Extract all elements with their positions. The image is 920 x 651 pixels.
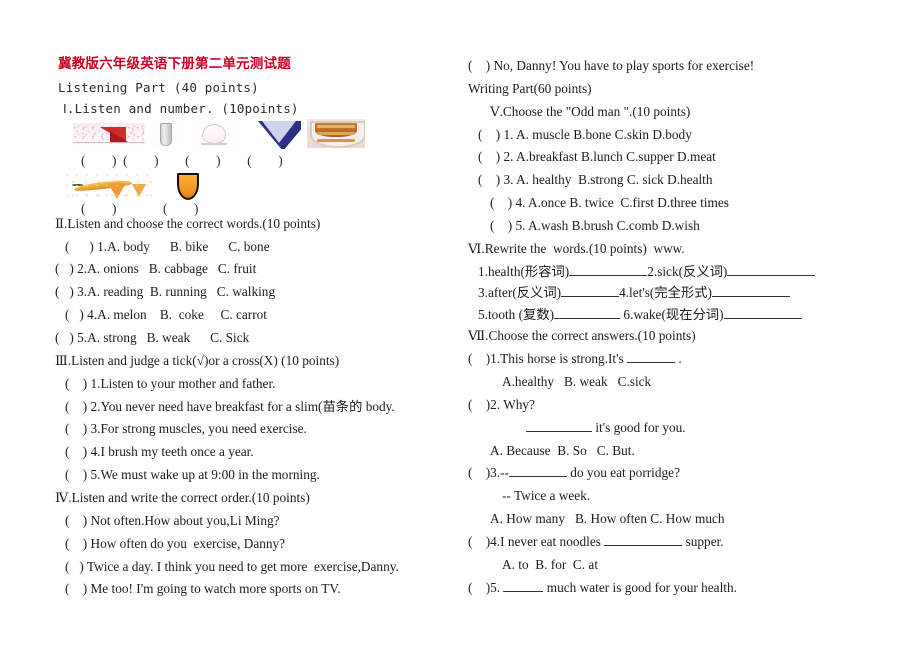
section-7-item-1-blank[interactable] (627, 362, 675, 364)
section-6-item-3-blank[interactable] (561, 296, 620, 298)
section-3-heading: Ⅲ.Listen and judge a tick(√)or a cross(X… (55, 352, 340, 368)
section-7-item-2-blank-line[interactable]: it's good for you. (526, 417, 868, 440)
section-6-row-2: 3.after(反义词) 4.let's(完全形式) (478, 282, 868, 304)
noodles-bowl-photo (307, 118, 365, 148)
section-7-item-5-stem: ( )5. (468, 579, 504, 595)
section-4-item-4[interactable]: ( ) Me too! I'm going to watch more spor… (65, 578, 455, 601)
banana-photo (65, 172, 155, 201)
section-5-item-2[interactable]: ( ) 2. A.breakfast B.lunch C.supper D.me… (478, 146, 868, 169)
page-title: 冀教版六年级英语下册第二单元测试题 (58, 56, 291, 72)
section-5-heading: Ⅴ.Choose the "Odd man ".(10 points) (490, 103, 691, 119)
section-7-item-3-options[interactable]: A. How many B. How often C. How much (490, 508, 868, 531)
section-7-item-3-stem-tail: do you eat porridge? (566, 465, 680, 481)
section-6-item-5-blank[interactable] (554, 317, 621, 319)
exam-page: 冀教版六年级英语下册第二单元测试题 Listening Part (40 poi… (0, 0, 920, 651)
section-7-item-1[interactable]: ( )1.This horse is strong.It's . (468, 348, 868, 371)
right-column: ( ) No, Danny! You have to play sports f… (468, 55, 868, 600)
section-6-item-6-label: 6.wake(现在分词) (623, 306, 724, 322)
section-7-item-1-options[interactable]: A.healthy B. weak C.sick (502, 371, 868, 394)
section-6-item-2-blank[interactable] (727, 274, 816, 276)
section-4-heading: Ⅳ.Listen and write the correct order.(10… (55, 490, 310, 506)
section-6-item-2-label: 2.sick(反义词) (647, 263, 728, 279)
section-7-item-4-stem: ( )4.I never eat noodles (468, 534, 605, 550)
section-6-item-3-label: 3.after(反义词) (478, 285, 562, 301)
section-6-item-4-blank[interactable] (711, 296, 790, 298)
glass-of-water-photo (153, 120, 177, 147)
section-7-item-5-blank[interactable] (503, 590, 544, 592)
section-7-item-2[interactable]: ( )2. Why? (468, 394, 868, 417)
section-7-item-1-stem-tail: . (675, 351, 682, 367)
section-3-item-4[interactable]: ( ) 4.I brush my teeth once a year. (65, 441, 455, 464)
section-2-item-4[interactable]: ( ) 4.A. melon B. coke C. carrot (65, 304, 455, 327)
section-7-item-4[interactable]: ( )4.I never eat noodles supper. (468, 531, 868, 554)
section-2-item-3[interactable]: ( ) 3.A. reading B. running C. walking (55, 281, 455, 304)
left-column: 冀教版六年级英语下册第二单元测试题 Listening Part (40 poi… (55, 55, 455, 601)
section-5-item-5[interactable]: ( ) 5. A.wash B.brush C.comb D.wish (490, 215, 868, 238)
section-3-item-3[interactable]: ( ) 3.For strong muscles, you need exerc… (65, 418, 455, 441)
section-7-item-3-blank[interactable] (508, 476, 567, 478)
section-4-item-1[interactable]: ( ) Not often.How about you,Li Ming? (65, 510, 455, 533)
section-6-heading: Ⅵ.Rewrite the words.(10 points) www. (468, 240, 685, 256)
section-7-item-3[interactable]: ( )3.-- do you eat porridge? (468, 462, 868, 485)
section-2-item-2[interactable]: ( ) 2.A. onions B. cabbage C. fruit (55, 258, 455, 281)
section-6-item-6-blank[interactable] (723, 317, 802, 319)
writing-part-heading: Writing Part(60 points) (468, 80, 592, 96)
section-7-item-2-tail: it's good for you. (592, 419, 686, 435)
listen-and-number-pictures: ( ) ( ) ( ) ( ) ( ) () (65, 118, 455, 216)
section-5-item-1[interactable]: ( ) 1. A. muscle B.bone C.skin D.body (478, 124, 868, 147)
section-6-row-3: 5.tooth (复数) 6.wake(现在分词) (478, 304, 868, 326)
section-7-item-5-stem-tail: much water is good for your health. (543, 579, 737, 595)
section-5-item-3[interactable]: ( ) 3. A. healthy B.strong C. sick D.hea… (478, 169, 868, 192)
meat-photo (73, 122, 145, 147)
section-7-item-1-stem: ( )1.This horse is strong.It's (468, 351, 627, 367)
section-3-item-1[interactable]: ( ) 1.Listen to your mother and father. (65, 373, 455, 396)
tofu-photo (193, 120, 235, 148)
section-5-item-4[interactable]: ( ) 4. A.once B. twice C.first D.three t… (490, 192, 868, 215)
section-6-row-1: 1.health(形容词) 2.sick(反义词) (478, 261, 868, 283)
section-7-item-5[interactable]: ( )5. much water is good for your health… (468, 577, 868, 600)
section-4-item-5-carryover[interactable]: ( ) No, Danny! You have to play sports f… (468, 55, 868, 78)
answer-blanks-row-1[interactable]: ( ) ( ) ( ) ( ) (81, 153, 283, 169)
section-2-item-5[interactable]: ( ) 5.A. strong B. weak C. Sick (55, 327, 455, 350)
section-4-item-3[interactable]: ( ) Twice a day. I think you need to get… (65, 556, 455, 579)
listening-part-heading: Listening Part (40 points) (58, 80, 259, 96)
fish-photo (249, 118, 301, 149)
section-6-item-1-blank[interactable] (569, 274, 648, 276)
section-4-item-2[interactable]: ( ) How often do you exercise, Danny? (65, 533, 455, 556)
section-3-item-2[interactable]: ( ) 2.You never need have breakfast for … (65, 396, 455, 419)
section-6-item-1-label: 1.health(形容词) (478, 263, 570, 279)
section-1-heading: Ⅰ.Listen and number. (10points) (63, 100, 299, 116)
section-7-heading: Ⅶ.Choose the correct answers.(10 points) (468, 328, 696, 344)
section-2-item-1[interactable]: ( ) 1.A. body B. bike C. bone (65, 236, 455, 259)
section-7-item-2-options[interactable]: A. Because B. So C. But. (490, 440, 868, 463)
section-6-item-5-label: 5.tooth (复数) (478, 306, 555, 322)
answer-blanks-row-2[interactable]: ( ) ( ) (81, 201, 198, 217)
section-7-item-4-stem-tail: supper. (682, 534, 724, 550)
section-7-item-3-reply: -- Twice a week. (502, 488, 591, 504)
section-7-item-4-blank[interactable] (604, 545, 683, 547)
section-3-item-5[interactable]: ( ) 5.We must wake up at 9:00 in the mor… (65, 464, 455, 487)
section-6-item-4-label: 4.let's(完全形式) (619, 285, 712, 301)
section-7-item-2-blank[interactable] (526, 430, 592, 432)
section-7-item-4-options[interactable]: A. to B. for C. at (502, 554, 868, 577)
carrot-photo (171, 170, 203, 201)
section-7-item-3-stem: ( )3.-- (468, 465, 509, 481)
